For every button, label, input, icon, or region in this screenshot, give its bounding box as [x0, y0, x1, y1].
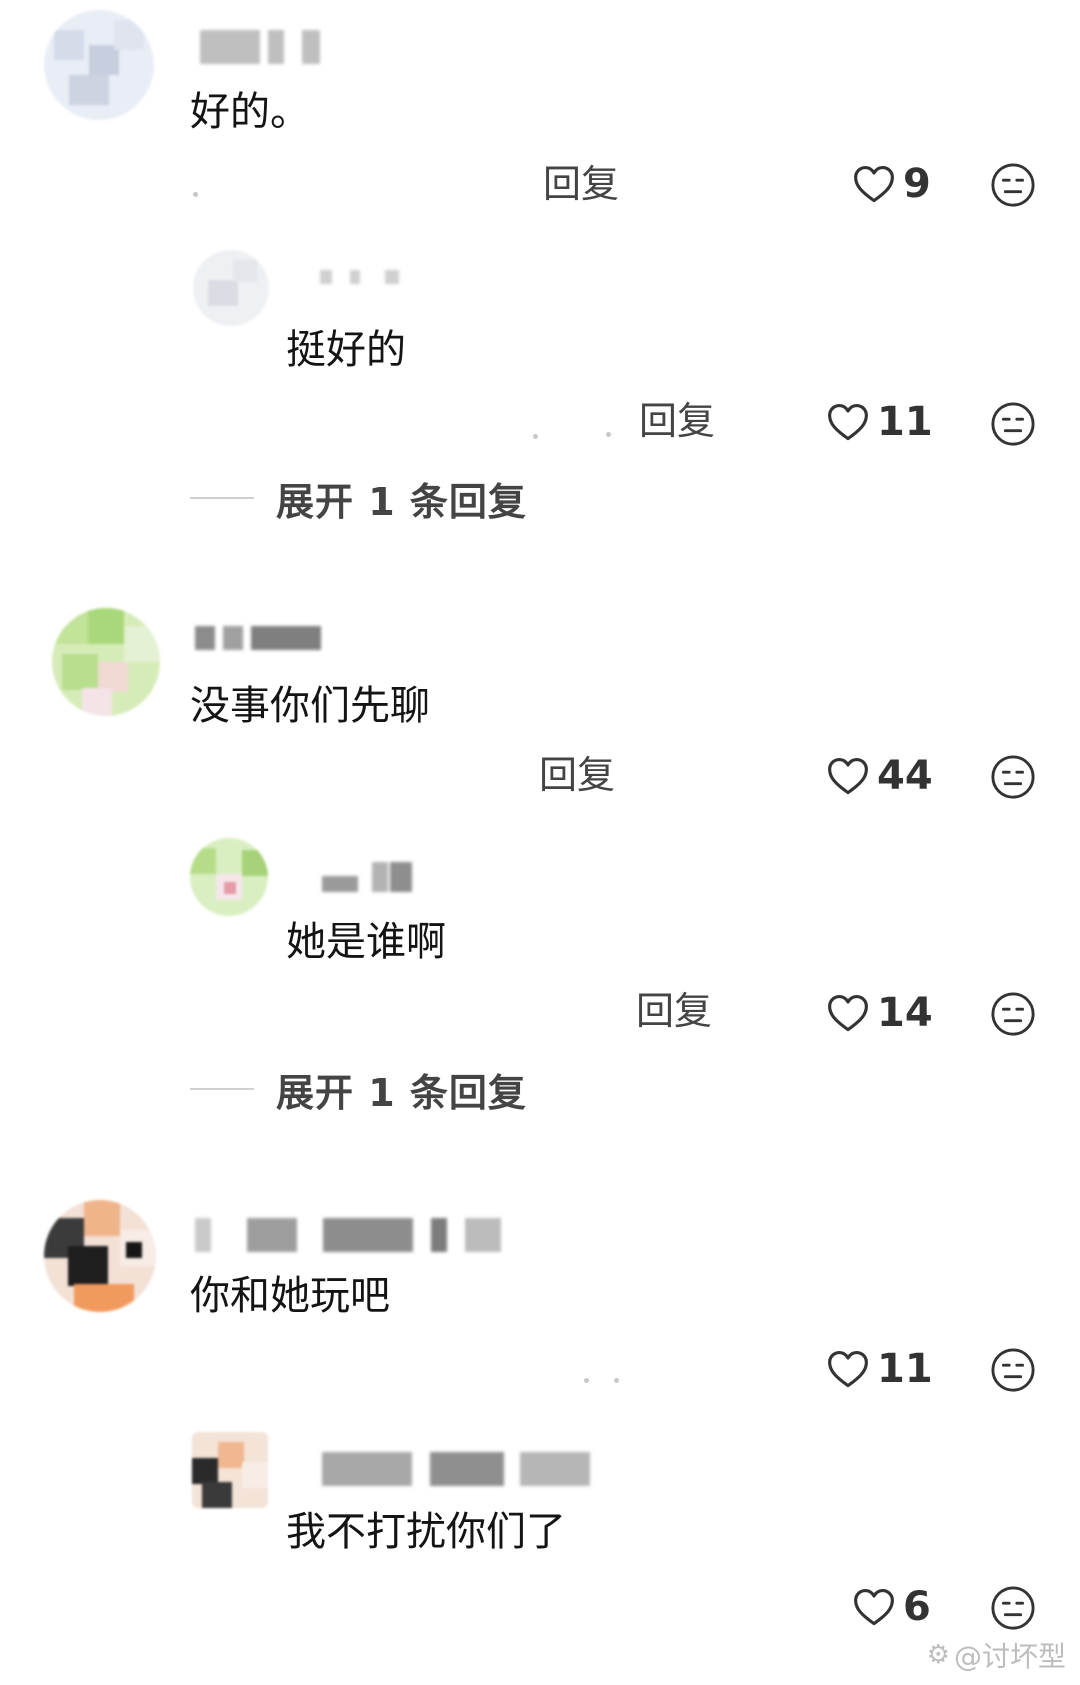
like-button[interactable]: 6	[853, 1582, 931, 1632]
avatar[interactable]	[192, 1432, 268, 1508]
expand-replies-button[interactable]: 展开 1 条回复	[190, 1065, 527, 1115]
expand-replies-label: 展开 1 条回复	[276, 1070, 527, 1115]
reply-text: 挺好的	[286, 327, 406, 373]
blurred-timestamp	[614, 1378, 619, 1383]
expand-replies-button[interactable]: 展开 1 条回复	[190, 474, 527, 524]
neutral-face-icon[interactable]	[990, 162, 1036, 208]
heart-outline-icon	[854, 1588, 894, 1626]
neutral-face-icon[interactable]	[990, 991, 1036, 1037]
blurred-timestamp	[606, 432, 611, 437]
heart-outline-icon	[828, 1350, 868, 1388]
like-button[interactable]: 9	[853, 159, 931, 209]
heart-outline-icon	[854, 165, 894, 203]
neutral-face-icon[interactable]	[990, 754, 1036, 800]
avatar[interactable]	[193, 250, 269, 326]
blurred-timestamp	[193, 192, 198, 197]
like-count: 14	[877, 990, 933, 1036]
neutral-face-icon[interactable]	[990, 1585, 1036, 1631]
like-button[interactable]: 11	[827, 1344, 933, 1394]
weibo-logo-icon: ⚙	[926, 1640, 950, 1670]
expand-replies-label: 展开 1 条回复	[276, 479, 527, 524]
watermark-text: @讨坏型	[953, 1640, 1066, 1673]
username-blurred[interactable]	[322, 862, 412, 892]
reply-button[interactable]: 回复	[636, 988, 712, 1034]
watermark: ⚙ @讨坏型	[927, 1635, 1066, 1675]
reply-button[interactable]: 回复	[543, 161, 619, 207]
comment-text: 你和她玩吧	[190, 1273, 390, 1319]
reply-button[interactable]: 回复	[639, 398, 715, 444]
like-button[interactable]: 14	[827, 988, 933, 1038]
like-count: 44	[877, 753, 933, 799]
avatar[interactable]	[44, 10, 154, 120]
like-button[interactable]: 11	[827, 397, 933, 447]
blurred-timestamp	[584, 1378, 589, 1383]
like-count: 11	[877, 1346, 933, 1392]
heart-outline-icon	[828, 403, 868, 441]
reply-text: 我不打扰你们了	[286, 1509, 566, 1555]
reply-text: 她是谁啊	[286, 919, 446, 965]
comment-text: 好的。	[190, 89, 310, 135]
like-count: 11	[877, 399, 933, 445]
username-blurred[interactable]	[195, 1218, 505, 1252]
heart-outline-icon	[828, 757, 868, 795]
avatar[interactable]	[44, 1200, 156, 1312]
avatar[interactable]	[52, 608, 160, 716]
neutral-face-icon[interactable]	[990, 1347, 1036, 1393]
like-count: 6	[903, 1584, 931, 1630]
divider	[190, 497, 254, 499]
username-blurred[interactable]	[195, 626, 325, 650]
username-blurred[interactable]	[322, 1452, 592, 1486]
blurred-timestamp	[533, 434, 538, 439]
heart-outline-icon	[828, 994, 868, 1032]
comment-text: 没事你们先聊	[190, 683, 430, 729]
username-blurred[interactable]	[200, 30, 320, 64]
reply-button[interactable]: 回复	[539, 752, 615, 798]
username-blurred[interactable]	[300, 270, 410, 284]
avatar[interactable]	[190, 838, 268, 916]
like-count: 9	[903, 161, 931, 207]
divider	[190, 1088, 254, 1090]
like-button[interactable]: 44	[827, 751, 933, 801]
neutral-face-icon[interactable]	[990, 401, 1036, 447]
